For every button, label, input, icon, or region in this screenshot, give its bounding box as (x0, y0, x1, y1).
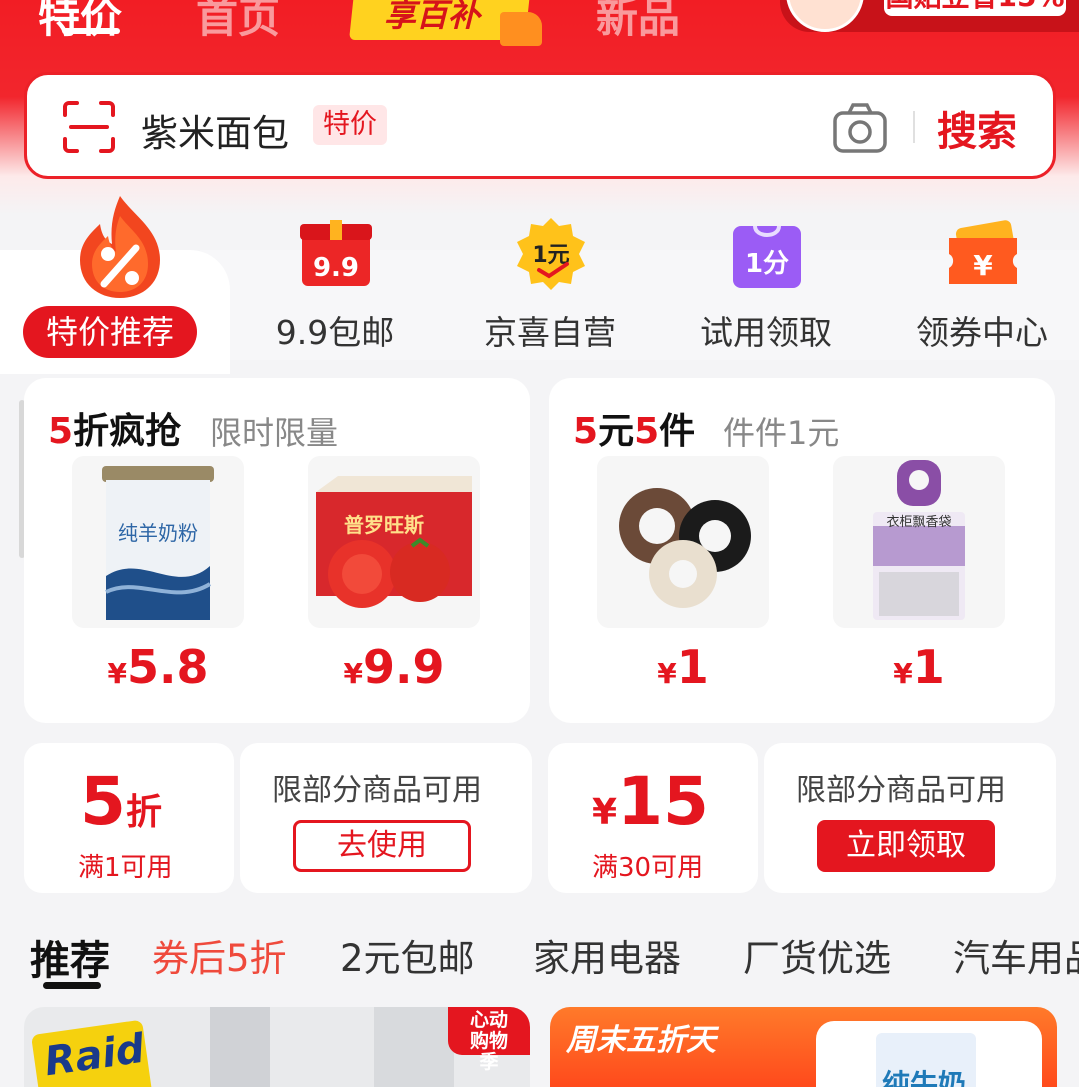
product-price: ¥1 (893, 640, 945, 694)
product-image-raid: Raid (30, 1019, 154, 1087)
flame-percent-icon (80, 196, 160, 298)
product-image-goat-milk[interactable]: 纯羊奶粉 (72, 456, 244, 628)
product-price: ¥9.9 (343, 640, 445, 694)
category-label-trial: 试用领取 (700, 313, 832, 352)
coupon-detail-discount: 限部分商品可用 去使用 (240, 743, 532, 893)
feed-card-raid[interactable]: Raid 心动购物季 (24, 1007, 530, 1087)
use-coupon-button[interactable]: 去使用 (293, 820, 471, 872)
coupon-description: 限部分商品可用 (272, 773, 482, 808)
deal-card-half-price[interactable]: 5折疯抢 限时限量 纯羊奶粉 ¥5.8 普罗旺斯 ¥9.9 (24, 378, 530, 723)
product-image-tomato[interactable]: 普罗旺斯 (308, 456, 480, 628)
camera-icon[interactable] (831, 99, 889, 157)
coupon-detail-cash: 限部分商品可用 立即领取 (764, 743, 1056, 893)
gift-box-99-icon: 9.9 (300, 220, 372, 286)
raid-brand: Raid (41, 1025, 148, 1086)
svg-text:纯羊奶粉: 纯羊奶粉 (118, 521, 198, 545)
product-price: ¥5.8 (107, 640, 209, 694)
deal-subtitle: 件件1元 (723, 414, 840, 452)
deal-subtitle: 限时限量 (210, 414, 339, 452)
scan-icon[interactable] (61, 99, 117, 155)
claim-coupon-button[interactable]: 立即领取 (817, 820, 995, 872)
one-yuan-badge-icon: 1元 (517, 218, 585, 290)
feed-tab-half-off[interactable]: 券后5折 (152, 928, 287, 982)
svg-text:¥: ¥ (973, 249, 993, 282)
search-bar[interactable]: 紫米面包 特价 搜索 (24, 72, 1056, 179)
feed-tab-recommend[interactable]: 推荐 (30, 928, 110, 986)
promo-badge-label: 享百补 (383, 0, 480, 34)
shopping-season-badge: 心动购物季 (448, 1007, 530, 1073)
coupon-condition: 满30可用 (592, 853, 704, 883)
milk-carton: 纯牛奶 (876, 1033, 976, 1087)
milk-label: 纯牛奶 (882, 1068, 967, 1087)
category-row: 特价推荐 9.9 9.9包邮 1元 京喜自营 1分 试用领取 ¥ 领券中心 (0, 196, 1079, 376)
tab-new[interactable]: 新品 (596, 0, 680, 45)
deal-card-five-for-five[interactable]: 5元5件 件件1元 ¥1 衣柜飘香袋 ¥1 (549, 378, 1055, 723)
svg-text:9.9: 9.9 (313, 253, 359, 283)
feed-card-weekend[interactable]: 周末五折天 纯牛奶 (550, 1007, 1057, 1087)
deal-title: 5元5件 (573, 411, 696, 452)
coupon-condition: 满1可用 (78, 853, 173, 883)
product-price: ¥1 (657, 640, 709, 694)
feed-tab-auto[interactable]: 汽车用品 (953, 928, 1079, 982)
active-tab-indicator (62, 28, 120, 34)
feed-tab-appliances[interactable]: 家用电器 (533, 928, 681, 982)
coupon-value: ¥15 (592, 763, 709, 840)
category-label-special: 特价推荐 (23, 306, 197, 358)
search-tag: 特价 (313, 105, 387, 145)
product-image-milk: 纯牛奶 (816, 1021, 1042, 1087)
feed-tab-indicator (43, 982, 101, 989)
deal-title: 5折疯抢 (48, 411, 182, 452)
tab-home[interactable]: 首页 (196, 0, 280, 45)
coupon-value: 5折 (80, 763, 162, 840)
gift-ribbon-icon (500, 12, 542, 46)
category-label-99: 9.9包邮 (275, 313, 395, 352)
search-button[interactable]: 搜索 (937, 99, 1017, 157)
product-image-sachet[interactable]: 衣柜飘香袋 (833, 456, 1005, 628)
coupon-description: 限部分商品可用 (796, 773, 1006, 808)
coupon-value-cash: ¥15 满30可用 (548, 743, 758, 893)
feed-tab-free-shipping[interactable]: 2元包邮 (340, 928, 475, 982)
search-input[interactable]: 紫米面包 (141, 103, 289, 157)
svg-text:普罗旺斯: 普罗旺斯 (344, 513, 424, 537)
svg-text:衣柜飘香袋: 衣柜飘香袋 (886, 514, 951, 530)
subsidy-label: 国贴立省15% (884, 0, 1066, 16)
svg-text:1分: 1分 (745, 249, 789, 279)
tab-special[interactable]: 特价 (38, 0, 122, 45)
background-window (210, 1007, 270, 1087)
product-image-scrunchies[interactable] (597, 456, 769, 628)
background-window (374, 1007, 454, 1087)
yuan-coupon-icon: ¥ (949, 220, 1017, 284)
feed-tab-factory[interactable]: 厂货优选 (743, 928, 891, 982)
coupon-value-discount: 5折 满1可用 (24, 743, 234, 893)
category-label-jingxi: 京喜自营 (484, 313, 616, 352)
one-fen-bag-icon: 1分 (733, 225, 801, 288)
top-nav: 特价 首页 享百补 新品 国贴立省15% (0, 0, 1079, 54)
weekend-title: 周末五折天 (566, 1023, 716, 1058)
search-divider (913, 111, 915, 143)
category-label-coupon: 领券中心 (916, 313, 1048, 352)
